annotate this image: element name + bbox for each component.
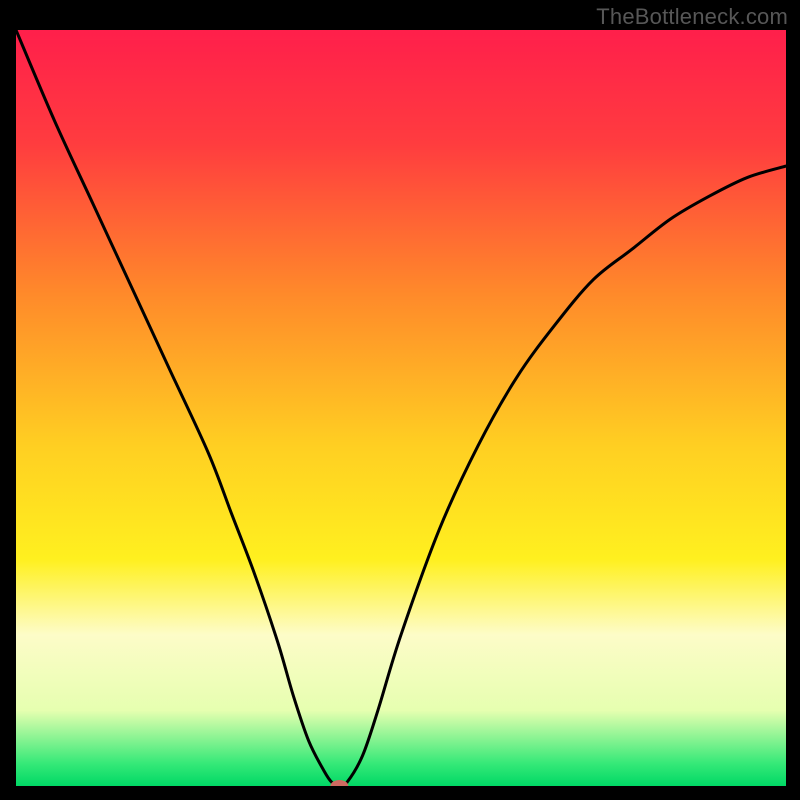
bottleneck-chart — [16, 30, 786, 786]
gradient-background — [16, 30, 786, 786]
watermark-text: TheBottleneck.com — [596, 4, 788, 30]
chart-container — [16, 30, 786, 786]
